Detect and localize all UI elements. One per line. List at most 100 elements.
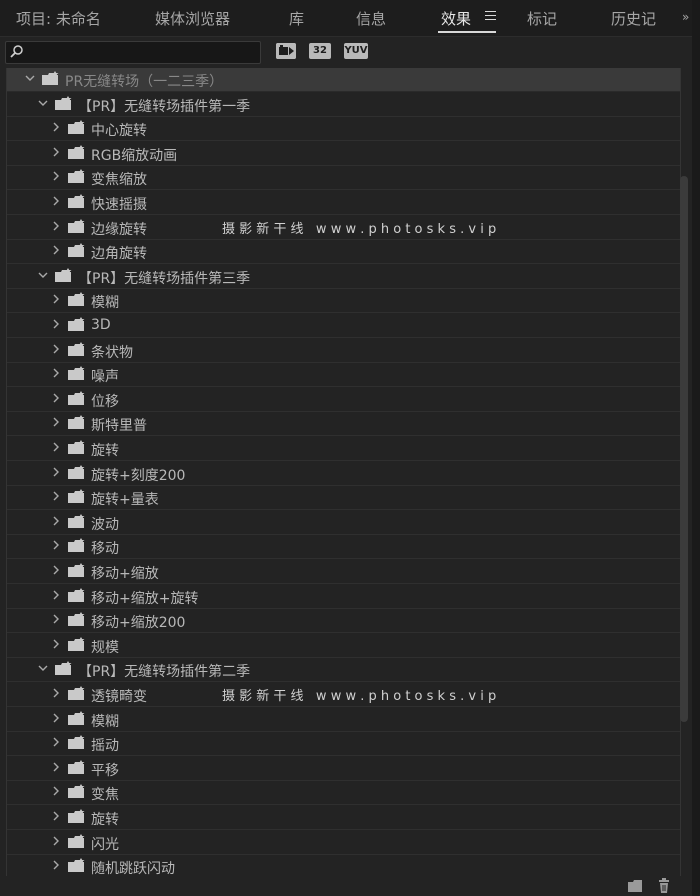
chevron-right-icon[interactable] bbox=[51, 737, 61, 747]
chevron-right-icon[interactable] bbox=[51, 786, 61, 796]
trash-icon[interactable] bbox=[656, 878, 672, 894]
chevron-right-icon[interactable] bbox=[51, 467, 61, 477]
chevron-right-icon[interactable] bbox=[51, 245, 61, 255]
effects-folder-icon bbox=[68, 194, 85, 208]
chevron-right-icon[interactable] bbox=[51, 368, 61, 378]
tree-effect-item[interactable]: 波动 bbox=[7, 511, 680, 535]
chevron-right-icon[interactable] bbox=[51, 860, 61, 870]
chevron-right-icon[interactable] bbox=[51, 122, 61, 132]
chevron-right-icon[interactable] bbox=[51, 590, 61, 600]
yuv-filter-button[interactable]: YUV bbox=[344, 43, 368, 59]
chevron-right-icon[interactable] bbox=[51, 196, 61, 206]
chevron-down-icon[interactable] bbox=[25, 73, 35, 83]
32bit-filter-button[interactable]: 32 bbox=[309, 43, 331, 59]
tree-effect-item[interactable]: 位移 bbox=[7, 388, 680, 412]
chevron-right-icon[interactable] bbox=[51, 811, 61, 821]
accelerated-effects-icon bbox=[276, 43, 296, 59]
tree-effect-item[interactable]: 平移 bbox=[7, 757, 680, 781]
search-icon bbox=[10, 45, 23, 58]
effect-item-label: 移动+缩放+旋转 bbox=[91, 590, 199, 607]
effects-folder-icon bbox=[68, 710, 85, 725]
chevron-right-icon[interactable] bbox=[51, 614, 61, 624]
tab-media-browser[interactable]: 媒体浏览器 bbox=[155, 8, 230, 29]
chevron-right-icon[interactable] bbox=[51, 688, 61, 698]
tree-effect-item[interactable]: 中心旋转 bbox=[7, 117, 680, 142]
chevron-right-icon[interactable] bbox=[51, 221, 61, 231]
chevron-down-icon[interactable] bbox=[38, 663, 48, 673]
overflow-chevron-icon[interactable]: » bbox=[682, 10, 689, 24]
tree-effect-item[interactable]: 旋转+量表 bbox=[7, 486, 680, 511]
tree-effect-item[interactable]: 条状物 bbox=[7, 339, 680, 363]
scrollbar-thumb[interactable] bbox=[680, 176, 688, 722]
effects-folder-icon bbox=[68, 513, 85, 528]
watermark-text: 摄 影 新 干 线 w w w . p h o t o s k s . v i … bbox=[222, 689, 497, 704]
chevron-right-icon[interactable] bbox=[51, 565, 61, 575]
effects-folder-icon bbox=[68, 563, 85, 577]
chevron-right-icon[interactable] bbox=[51, 516, 61, 526]
tree-effect-item[interactable]: 模糊 bbox=[7, 708, 680, 732]
search-toolbar: 32 YUV bbox=[0, 37, 700, 67]
tree-effect-item[interactable]: 规模 bbox=[7, 634, 680, 658]
tab-info[interactable]: 信息 bbox=[356, 8, 386, 29]
tree-effect-item[interactable]: 变焦 bbox=[7, 781, 680, 806]
accelerated-effects-filter-button[interactable] bbox=[276, 43, 296, 59]
tree-effect-item[interactable]: 移动+缩放+旋转 bbox=[7, 585, 680, 609]
tree-effect-item[interactable]: 闪光 bbox=[7, 831, 680, 855]
tree-group-folder[interactable]: 【PR】无缝转场插件第三季 bbox=[7, 265, 680, 289]
chevron-right-icon[interactable] bbox=[51, 417, 61, 427]
new-folder-icon[interactable] bbox=[627, 878, 643, 894]
effects-folder-icon bbox=[68, 858, 85, 873]
chevron-right-icon[interactable] bbox=[51, 319, 61, 329]
tree-effect-item[interactable]: 移动+缩放 bbox=[7, 560, 680, 584]
tab-history[interactable]: 历史记 bbox=[611, 8, 656, 29]
search-field[interactable] bbox=[5, 41, 261, 64]
chevron-right-icon[interactable] bbox=[51, 836, 61, 846]
hamburger-menu-icon[interactable] bbox=[485, 11, 496, 21]
tree-group-folder[interactable]: 【PR】无缝转场插件第二季 bbox=[7, 658, 680, 683]
chevron-down-icon[interactable] bbox=[38, 270, 48, 280]
effect-item-label: 噪声 bbox=[91, 369, 119, 386]
chevron-down-icon[interactable] bbox=[38, 98, 48, 108]
tree-effect-item[interactable]: 边角旋转 bbox=[7, 240, 680, 265]
chevron-right-icon[interactable] bbox=[51, 639, 61, 649]
chevron-right-icon[interactable] bbox=[51, 171, 61, 181]
effects-folder-icon bbox=[68, 612, 85, 627]
tree-effect-item[interactable]: 旋转 bbox=[7, 437, 680, 461]
tree-effect-item[interactable]: RGB缩放动画 bbox=[7, 142, 680, 166]
chevron-right-icon[interactable] bbox=[51, 147, 61, 157]
effects-folder-icon bbox=[68, 636, 85, 651]
tab-libraries[interactable]: 库 bbox=[289, 8, 304, 29]
group-folder-label: 【PR】无缝转场插件第一季 bbox=[78, 98, 251, 115]
tab-effects[interactable]: 效果 bbox=[441, 8, 471, 29]
tree-effect-item[interactable]: 摇动 bbox=[7, 732, 680, 757]
chevron-right-icon[interactable] bbox=[51, 393, 61, 403]
tree-effect-item[interactable]: 移动+缩放200 bbox=[7, 609, 680, 634]
tab-markers[interactable]: 标记 bbox=[527, 8, 557, 29]
tree-effect-item[interactable]: 噪声 bbox=[7, 363, 680, 388]
tree-effect-item[interactable]: 变焦缩放 bbox=[7, 166, 680, 191]
search-input[interactable] bbox=[26, 43, 254, 61]
tree-effect-item[interactable]: 移动 bbox=[7, 535, 680, 560]
tree-effect-item[interactable]: 模糊 bbox=[7, 289, 680, 314]
tree-effect-item[interactable]: 斯特里普 bbox=[7, 412, 680, 437]
effect-item-label: 旋转+量表 bbox=[91, 492, 159, 509]
chevron-right-icon[interactable] bbox=[51, 491, 61, 501]
chevron-right-icon[interactable] bbox=[51, 442, 61, 452]
chevron-right-icon[interactable] bbox=[51, 294, 61, 304]
chevron-right-icon[interactable] bbox=[51, 762, 61, 772]
tree-group-folder[interactable]: 【PR】无缝转场插件第一季 bbox=[7, 93, 680, 117]
effects-folder-icon bbox=[68, 292, 85, 307]
tab-project[interactable]: 项目: 未命名 bbox=[16, 8, 101, 29]
tree-effect-item[interactable]: 旋转+刻度200 bbox=[7, 462, 680, 486]
chevron-right-icon[interactable] bbox=[51, 713, 61, 723]
group-folder-label: 【PR】无缝转场插件第三季 bbox=[78, 270, 251, 287]
tree-root-folder[interactable]: PR无缝转场（一二三季） bbox=[7, 68, 680, 92]
tree-effect-item[interactable]: 3D bbox=[7, 314, 680, 338]
tree-effect-item[interactable]: 旋转 bbox=[7, 806, 680, 830]
effects-folder-icon bbox=[68, 538, 85, 553]
chevron-right-icon[interactable] bbox=[51, 344, 61, 354]
tree-effect-item[interactable]: 快速摇摄 bbox=[7, 191, 680, 215]
chevron-right-icon[interactable] bbox=[51, 540, 61, 550]
active-tab-indicator bbox=[438, 31, 496, 33]
effects-folder-icon bbox=[68, 587, 85, 602]
